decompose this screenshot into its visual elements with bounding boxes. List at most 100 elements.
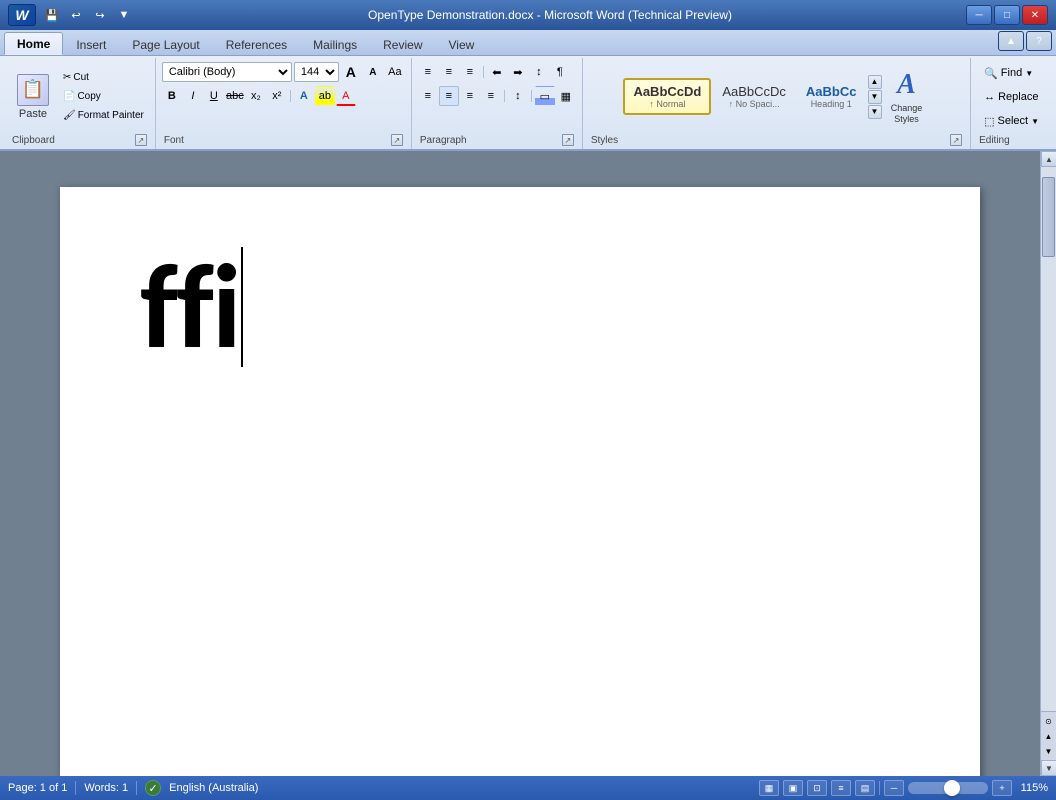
cut-button[interactable]: ✂ Cut [58, 69, 149, 87]
font-expand[interactable]: ↗ [391, 134, 403, 146]
font-decrease-btn[interactable]: A [363, 62, 383, 82]
restore-button[interactable]: □ [994, 5, 1020, 25]
replace-button[interactable]: ↔ Replace [977, 86, 1045, 108]
view-outline-btn[interactable]: ≡ [831, 780, 851, 796]
bold-button[interactable]: B [162, 86, 182, 106]
multilevel-button[interactable]: ≡ [460, 62, 480, 82]
show-para-button[interactable]: ¶ [550, 62, 570, 82]
scroll-prev[interactable]: ▲ [1042, 729, 1056, 743]
align-right-button[interactable]: ≡ [460, 86, 480, 106]
close-button[interactable]: ✕ [1022, 5, 1048, 25]
tab-page-layout[interactable]: Page Layout [119, 33, 212, 55]
view-draft-btn[interactable]: ▤ [855, 780, 875, 796]
replace-icon: ↔ [984, 91, 995, 103]
spell-check-indicator[interactable]: ✓ [145, 780, 161, 796]
qat-save[interactable]: 💾 [42, 6, 62, 24]
scroll-next[interactable]: ▼ [1042, 744, 1056, 758]
font-size-select[interactable]: 144 [294, 62, 339, 82]
highlight-button[interactable]: ab [315, 86, 335, 106]
zoom-increase-btn[interactable]: + [992, 780, 1012, 796]
style-normal-label: ↑ Normal [649, 99, 685, 109]
scroll-down-arrow[interactable]: ▼ [1041, 760, 1056, 776]
paste-button[interactable]: 📋 Paste [10, 69, 56, 125]
style-normal[interactable]: AaBbCcDd ↑ Normal [623, 78, 711, 115]
font-footer: Font ↗ [160, 132, 407, 147]
style-nospace-label: ↑ No Spaci... [729, 99, 780, 109]
title-bar: W 💾 ↩ ↪ ▼ OpenType Demonstration.docx - … [0, 0, 1056, 30]
scroll-thumb[interactable] [1042, 177, 1055, 257]
copy-button[interactable]: 📄 Copy [58, 88, 149, 106]
change-styles-label: ChangeStyles [891, 103, 923, 125]
clear-format-btn[interactable]: Aa [385, 62, 405, 82]
decrease-indent-button[interactable]: ⬅ [487, 62, 507, 82]
scrollbar-vertical: ▲ ⊙ ▲ ▼ ▼ [1040, 151, 1056, 776]
clipboard-expand[interactable]: ↗ [135, 134, 147, 146]
status-sep-3 [879, 781, 880, 795]
text-effects-button[interactable]: A [294, 86, 314, 106]
italic-button[interactable]: I [183, 86, 203, 106]
editing-footer: Editing [975, 133, 1048, 147]
qat-undo[interactable]: ↩ [66, 6, 86, 24]
qat-more[interactable]: ▼ [114, 6, 134, 24]
subscript-button[interactable]: x₂ [246, 86, 266, 106]
paragraph-expand[interactable]: ↗ [562, 134, 574, 146]
justify-button[interactable]: ≡ [481, 86, 501, 106]
font-color-button[interactable]: A [336, 86, 356, 106]
styles-scroll-down[interactable]: ▼ [868, 90, 882, 104]
document-area[interactable]: ffi [0, 151, 1040, 776]
find-arrow: ▼ [1025, 69, 1033, 78]
increase-indent-button[interactable]: ➡ [508, 62, 528, 82]
tab-references[interactable]: References [213, 33, 300, 55]
ribbon-group-styles: AaBbCcDd ↑ Normal AaBbCcDc ↑ No Spaci...… [583, 58, 971, 149]
find-button[interactable]: 🔍 Find ▼ [977, 62, 1040, 84]
styles-scroll-up[interactable]: ▲ [868, 75, 882, 89]
change-styles-button[interactable]: A ChangeStyles [884, 64, 930, 130]
ribbon-minimize-btn[interactable]: ▲ [998, 31, 1024, 51]
bullets-button[interactable]: ≡ [418, 62, 438, 82]
tab-view[interactable]: View [436, 33, 488, 55]
tab-mailings[interactable]: Mailings [300, 33, 370, 55]
styles-expand[interactable]: ↗ [950, 134, 962, 146]
view-print-btn[interactable]: ▦ [759, 780, 779, 796]
strikethrough-button[interactable]: abc [225, 86, 245, 106]
tab-review[interactable]: Review [370, 33, 435, 55]
app-icon: W [8, 4, 36, 26]
select-icon: ⬚ [984, 115, 994, 128]
qat-redo[interactable]: ↪ [90, 6, 110, 24]
zoom-decrease-btn[interactable]: ─ [884, 780, 904, 796]
page-indicator: Page: 1 of 1 [8, 782, 67, 794]
minimize-button[interactable]: ─ [966, 5, 992, 25]
style-heading1[interactable]: AaBbCc Heading 1 [797, 79, 866, 114]
scroll-up-arrow[interactable]: ▲ [1041, 151, 1056, 167]
ribbon-group-clipboard: 📋 Paste ✂ Cut 📄 Copy 🖌 Format Painter [4, 58, 156, 149]
align-left-button[interactable]: ≡ [418, 86, 438, 106]
font-increase-btn[interactable]: A [341, 62, 361, 82]
tab-insert[interactable]: Insert [63, 33, 119, 55]
doc-content[interactable]: ffi [60, 187, 980, 427]
select-button[interactable]: ⬚ Select ▼ [977, 110, 1046, 132]
format-painter-button[interactable]: 🖌 Format Painter [58, 107, 149, 125]
cut-icon: ✂ [63, 72, 71, 83]
style-nospace-preview: AaBbCcDc [722, 84, 786, 99]
style-heading1-preview: AaBbCc [806, 84, 857, 99]
shading-button[interactable]: ▭ [535, 86, 555, 106]
styles-more[interactable]: ▼ [868, 105, 882, 119]
view-fullscreen-btn[interactable]: ▣ [783, 780, 803, 796]
superscript-button[interactable]: x² [267, 86, 287, 106]
scroll-select-browse[interactable]: ⊙ [1042, 714, 1056, 728]
numbering-button[interactable]: ≡ [439, 62, 459, 82]
borders-button[interactable]: ▦ [556, 86, 576, 106]
align-center-button[interactable]: ≡ [439, 86, 459, 106]
font-name-select[interactable]: Calibri (Body) [162, 62, 292, 82]
view-web-btn[interactable]: ⊡ [807, 780, 827, 796]
paste-icon: 📋 [17, 74, 49, 106]
sort-button[interactable]: ↕ [529, 62, 549, 82]
styles-scroll: ▲ ▼ ▼ [868, 75, 882, 119]
style-nospace[interactable]: AaBbCcDc ↑ No Spaci... [713, 79, 795, 114]
scroll-track[interactable] [1041, 167, 1056, 711]
help-button[interactable]: ? [1026, 31, 1052, 51]
tab-home[interactable]: Home [4, 32, 63, 55]
zoom-slider[interactable] [908, 782, 988, 794]
underline-button[interactable]: U [204, 86, 224, 106]
line-spacing-button[interactable]: ↕ [508, 86, 528, 106]
